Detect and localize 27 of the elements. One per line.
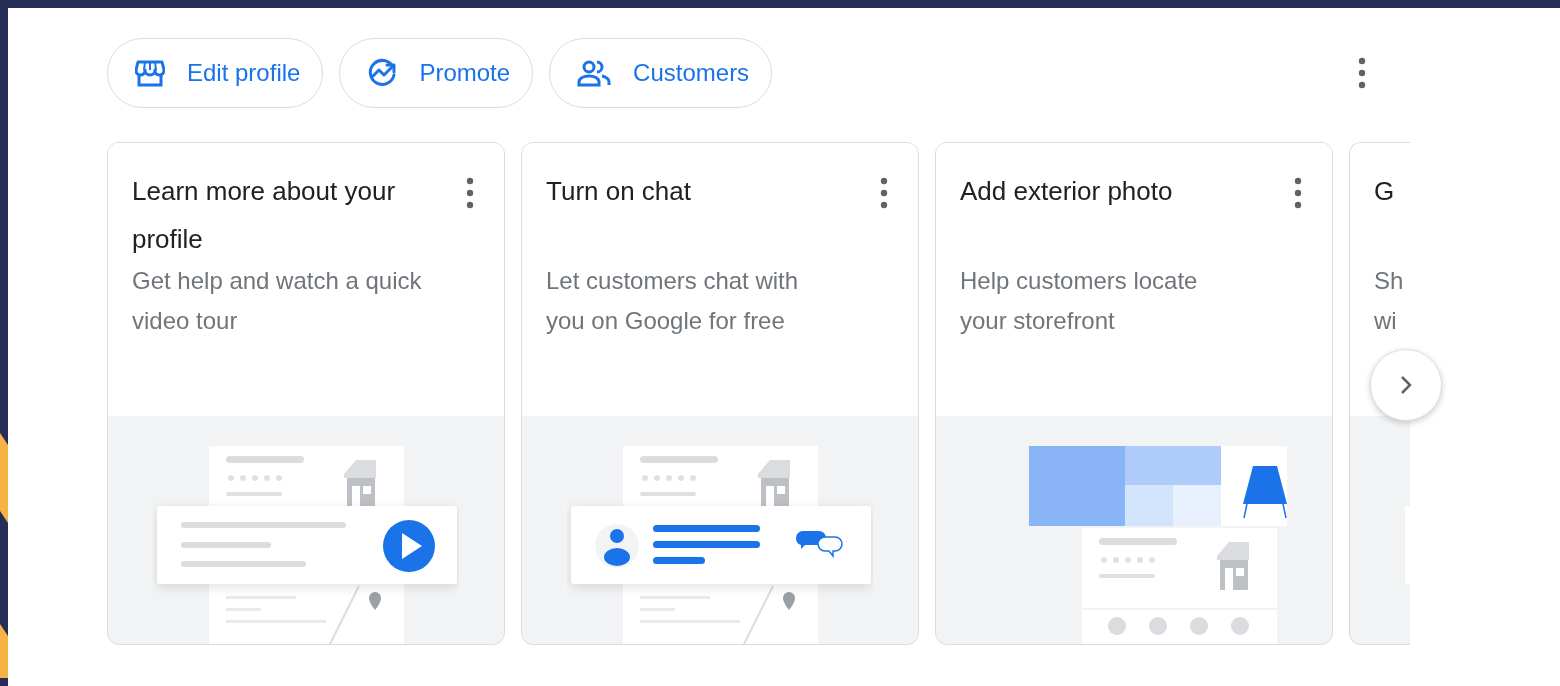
suggestion-card[interactable]: G Sh wi [1349,142,1410,645]
trending-circle-icon [367,58,398,88]
card-title: G [1374,175,1395,208]
chevron-right-icon [1400,375,1412,395]
suggestion-card[interactable]: Turn on chat Let customers chat with you on Google for free [521,142,919,645]
action-chip[interactable]: Edit profile [107,38,324,108]
card-description: Help customers locate [960,266,1199,296]
more-options-icon[interactable] [1358,57,1366,89]
card-title: Add exterior photo [960,175,1173,208]
more-options-icon[interactable] [466,177,474,209]
card-title: Learn more about your profile [132,175,397,256]
action-chip[interactable]: Promote [339,38,534,108]
more-options-icon[interactable] [880,177,888,209]
people-icon [577,59,612,87]
storefront-icon [135,59,165,87]
suggestion-card[interactable]: Learn more about your profile Get help and watch a quick video tour [107,142,505,645]
card-description: Sh [1374,266,1405,296]
action-chip[interactable]: Customers [549,38,773,108]
more-options-icon[interactable] [1294,177,1302,209]
card-description: video tour [132,306,239,336]
card-title: Turn on chat [546,175,691,208]
card-description: wi [1374,306,1398,336]
card-description: Let customers chat with [546,266,800,296]
suggestion-card[interactable]: Add exterior photo Help customers locate your storefront [935,142,1333,645]
card-description: you on Google for free [546,306,786,336]
card-description: Get help and watch a quick [132,266,423,296]
card-description: your storefront [960,306,1116,336]
